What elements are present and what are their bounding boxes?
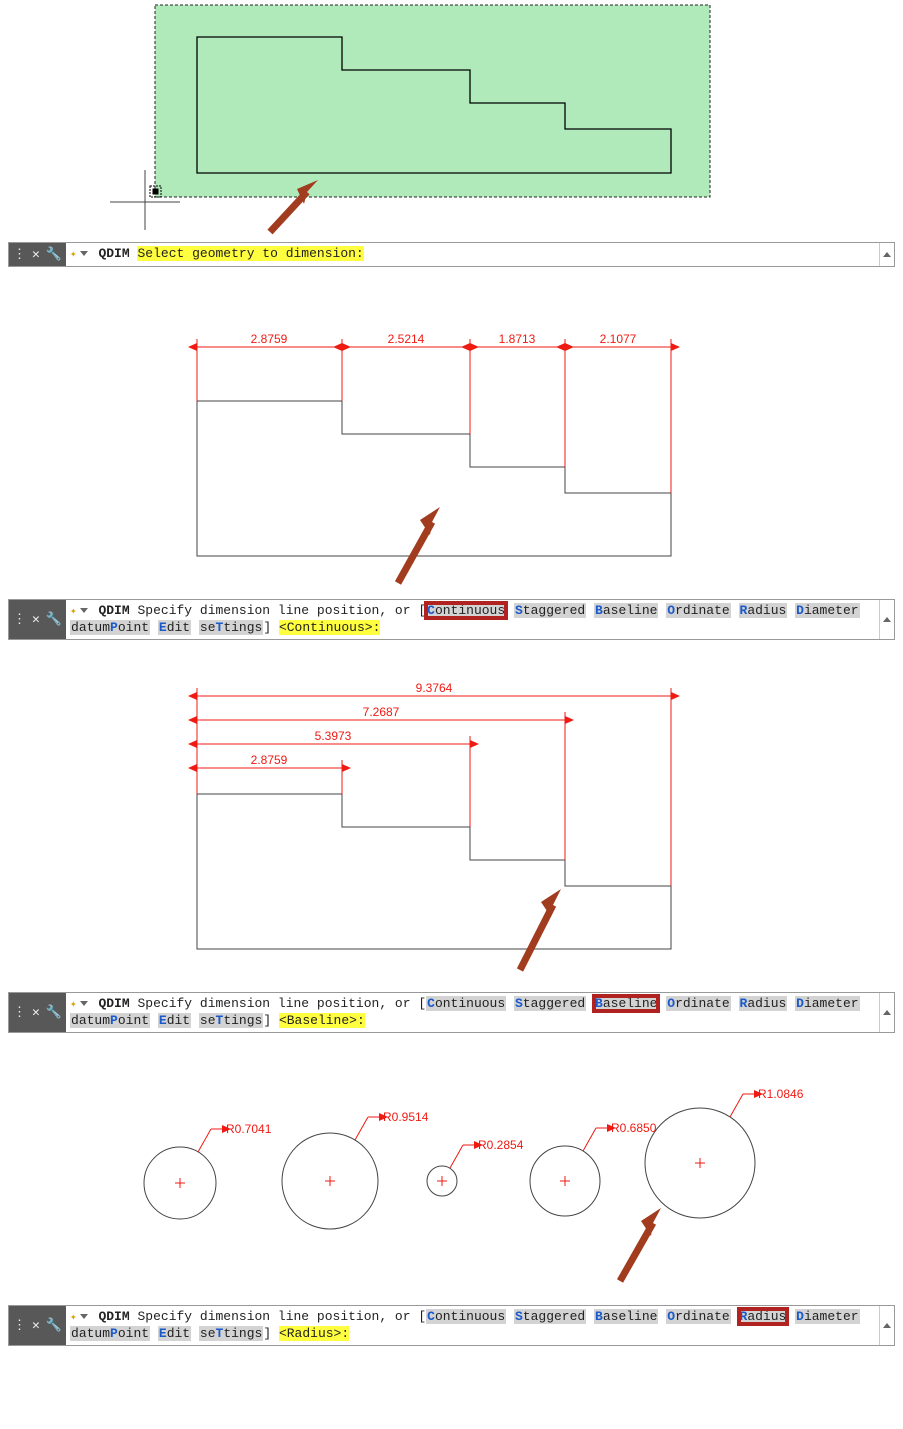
dim-value: 2.5214 xyxy=(388,332,425,346)
star-icon: ✦ xyxy=(70,1312,77,1324)
cmd-default: <Baseline>: xyxy=(279,1013,365,1028)
option-edit[interactable]: Edit xyxy=(158,620,191,635)
dim-value: 2.8759 xyxy=(251,332,288,346)
command-line-2[interactable]: ⋮ ✕ 🔧 ✦ QDIM Specify dimension line posi… xyxy=(8,599,895,640)
cmd-name: QDIM xyxy=(98,1309,129,1324)
cmd-default: <Radius>: xyxy=(279,1326,349,1341)
history-icon[interactable] xyxy=(879,1306,894,1345)
dim-value: 5.3973 xyxy=(315,729,352,743)
command-input[interactable]: ✦ QDIM Specify dimension line position, … xyxy=(66,993,879,1032)
option-ordinate[interactable]: Ordinate xyxy=(666,603,730,618)
panel-continuous: 2.8759 2.5214 1.8713 2.1077 ⋮ ✕ 🔧 ✦ QDIM… xyxy=(0,297,903,640)
cmd-prompt: Specify dimension line position, or xyxy=(137,1309,410,1324)
command-line-4[interactable]: ⋮ ✕ 🔧 ✦ QDIM Specify dimension line posi… xyxy=(8,1305,895,1346)
options-icon[interactable]: ⋮ xyxy=(13,246,26,264)
close-icon[interactable]: ✕ xyxy=(32,1004,40,1022)
wrench-icon[interactable]: 🔧 xyxy=(46,1004,62,1022)
panel-radius: R0.7041 R0.9514 R0.2854 R0.6850 R1.0846 … xyxy=(0,1063,903,1346)
close-icon[interactable]: ✕ xyxy=(32,611,40,629)
option-edit[interactable]: Edit xyxy=(158,1326,191,1341)
option-staggered[interactable]: Staggered xyxy=(514,603,586,618)
dropdown-icon[interactable] xyxy=(80,1314,88,1319)
option-staggered[interactable]: Staggered xyxy=(514,1309,586,1324)
close-icon[interactable]: ✕ xyxy=(32,1317,40,1335)
dropdown-icon[interactable] xyxy=(80,608,88,613)
history-icon[interactable] xyxy=(879,600,894,639)
option-settings[interactable]: seTtings xyxy=(199,1013,263,1028)
options-icon[interactable]: ⋮ xyxy=(13,1004,26,1022)
wrench-icon[interactable]: 🔧 xyxy=(46,1317,62,1335)
canvas-baseline[interactable]: 2.8759 5.3973 7.2687 9.3764 xyxy=(0,670,903,990)
option-continuous[interactable]: Continuous xyxy=(426,1309,506,1324)
cmd-name: QDIM xyxy=(98,603,129,618)
command-input[interactable]: ✦ QDIM Select geometry to dimension: xyxy=(66,243,879,266)
command-line-3[interactable]: ⋮ ✕ 🔧 ✦ QDIM Specify dimension line posi… xyxy=(8,992,895,1033)
option-datumpoint[interactable]: datumPoint xyxy=(70,1013,150,1028)
option-settings[interactable]: seTtings xyxy=(199,620,263,635)
star-icon: ✦ xyxy=(70,249,77,261)
dim-value: 2.8759 xyxy=(251,753,288,767)
option-baseline[interactable]: Baseline xyxy=(594,1309,658,1324)
option-staggered[interactable]: Staggered xyxy=(514,996,586,1011)
option-ordinate[interactable]: Ordinate xyxy=(666,996,730,1011)
option-continuous[interactable]: Continuous xyxy=(426,996,506,1011)
option-diameter[interactable]: Diameter xyxy=(795,1309,859,1324)
canvas-continuous[interactable]: 2.8759 2.5214 1.8713 2.1077 xyxy=(0,297,903,597)
option-continuous[interactable]: Continuous xyxy=(426,603,506,618)
option-ordinate[interactable]: Ordinate xyxy=(666,1309,730,1324)
wrench-icon[interactable]: 🔧 xyxy=(46,246,62,264)
cmd-prompt: Select geometry to dimension: xyxy=(137,246,363,261)
canvas-radius[interactable]: R0.7041 R0.9514 R0.2854 R0.6850 R1.0846 xyxy=(0,1063,903,1303)
history-icon[interactable] xyxy=(879,243,894,266)
option-diameter[interactable]: Diameter xyxy=(795,996,859,1011)
dim-value: 7.2687 xyxy=(363,705,400,719)
radius-value: R0.9514 xyxy=(383,1110,429,1124)
option-baseline[interactable]: Baseline xyxy=(594,603,658,618)
options-icon[interactable]: ⋮ xyxy=(13,1317,26,1335)
cmd-name: QDIM xyxy=(98,246,129,261)
wrench-icon[interactable]: 🔧 xyxy=(46,611,62,629)
dropdown-icon[interactable] xyxy=(80,1001,88,1006)
cmd-toolbox: ⋮ ✕ 🔧 xyxy=(9,243,66,266)
option-settings[interactable]: seTtings xyxy=(199,1326,263,1341)
option-radius[interactable]: Radius xyxy=(739,603,788,618)
radius-value: R0.7041 xyxy=(226,1122,272,1136)
dim-value: 9.3764 xyxy=(416,681,453,695)
star-icon: ✦ xyxy=(70,999,77,1011)
radius-value: R0.2854 xyxy=(478,1138,524,1152)
option-diameter[interactable]: Diameter xyxy=(795,603,859,618)
option-radius[interactable]: Radius xyxy=(739,1309,788,1324)
canvas-select[interactable] xyxy=(0,0,903,240)
cmd-prompt: Specify dimension line position, or xyxy=(137,996,410,1011)
panel-baseline: 2.8759 5.3973 7.2687 9.3764 ⋮ ✕ 🔧 ✦ QDIM… xyxy=(0,670,903,1033)
dim-value: 1.8713 xyxy=(499,332,536,346)
command-input[interactable]: ✦ QDIM Specify dimension line position, … xyxy=(66,1306,879,1345)
close-icon[interactable]: ✕ xyxy=(32,246,40,264)
dropdown-icon[interactable] xyxy=(80,251,88,256)
cmd-prompt: Specify dimension line position, or xyxy=(137,603,410,618)
option-baseline[interactable]: Baseline xyxy=(594,996,658,1011)
cmd-default: <Continuous>: xyxy=(279,620,380,635)
options-icon[interactable]: ⋮ xyxy=(13,611,26,629)
radius-value: R0.6850 xyxy=(611,1121,657,1135)
cmd-toolbox: ⋮ ✕ 🔧 xyxy=(9,1306,66,1345)
option-datumpoint[interactable]: datumPoint xyxy=(70,1326,150,1341)
dim-value: 2.1077 xyxy=(600,332,637,346)
cmd-name: QDIM xyxy=(98,996,129,1011)
cmd-toolbox: ⋮ ✕ 🔧 xyxy=(9,993,66,1032)
option-radius[interactable]: Radius xyxy=(739,996,788,1011)
option-datumpoint[interactable]: datumPoint xyxy=(70,620,150,635)
cmd-toolbox: ⋮ ✕ 🔧 xyxy=(9,600,66,639)
command-line-1[interactable]: ⋮ ✕ 🔧 ✦ QDIM Select geometry to dimensio… xyxy=(8,242,895,267)
option-edit[interactable]: Edit xyxy=(158,1013,191,1028)
star-icon: ✦ xyxy=(70,606,77,618)
command-input[interactable]: ✦ QDIM Specify dimension line position, … xyxy=(66,600,879,639)
panel-select: ⋮ ✕ 🔧 ✦ QDIM Select geometry to dimensio… xyxy=(0,0,903,267)
history-icon[interactable] xyxy=(879,993,894,1032)
radius-value: R1.0846 xyxy=(758,1087,804,1101)
